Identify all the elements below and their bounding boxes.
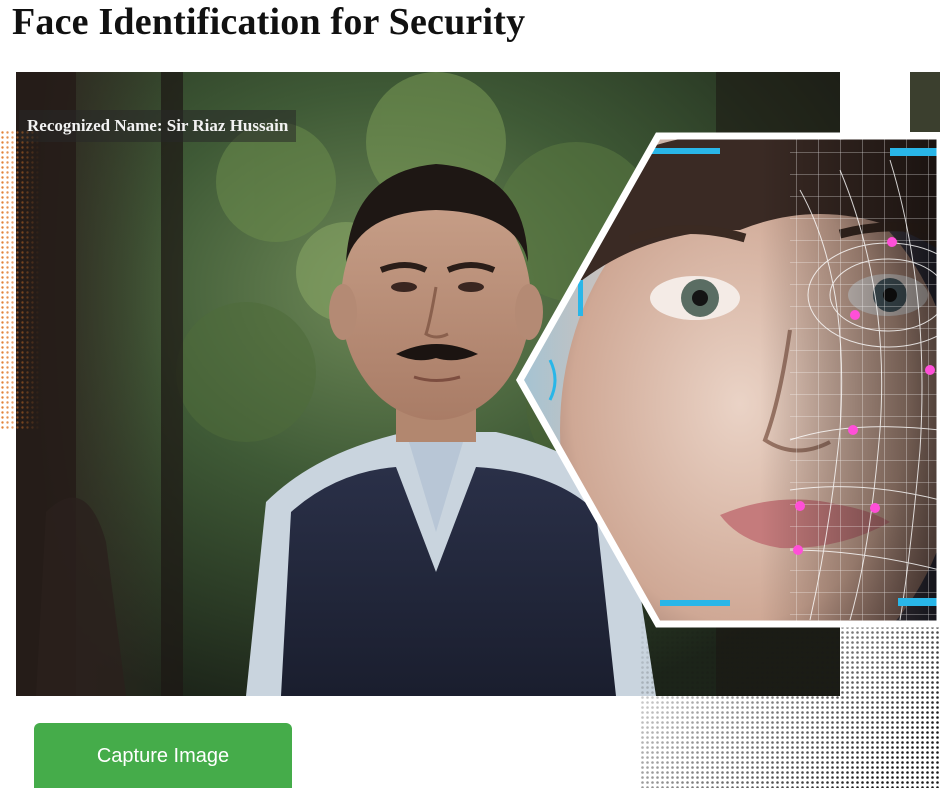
halftone-dots-right — [640, 610, 940, 788]
page-title: Face Identification for Security — [12, 1, 526, 43]
face-scan-overlay-image — [515, 132, 940, 628]
halftone-dots-left — [0, 130, 40, 430]
recognized-name-label: Recognized Name: Sir Riaz Hussain — [19, 110, 297, 142]
secondary-frame — [910, 72, 940, 132]
capture-image-button[interactable]: Capture Image — [34, 723, 292, 788]
